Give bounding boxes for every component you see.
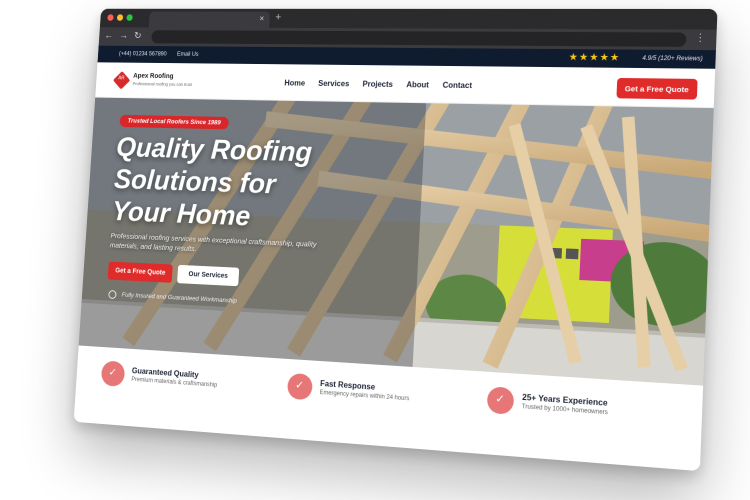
back-arrow-icon[interactable]: ← xyxy=(104,31,113,41)
feature-item: 25+ Years Experience Trusted by 1000+ ho… xyxy=(485,386,703,471)
hero-headline: Quality Roofing Solutions for Your Home xyxy=(111,132,413,240)
main-nav: Home Services Projects About Contact xyxy=(284,79,472,90)
feature-item: Fast Response Emergency repairs within 2… xyxy=(285,372,488,454)
check-badge-icon xyxy=(100,360,126,387)
browser-tab-bar: × + xyxy=(99,8,718,30)
close-window-dot[interactable] xyxy=(107,14,114,21)
hero-quote-button[interactable]: Get a Free Quote xyxy=(107,261,174,283)
headline-line-2: Solutions for xyxy=(113,164,277,201)
nav-home[interactable]: Home xyxy=(284,79,305,88)
hero-section: Trusted Local Roofers Since 1989 Quality… xyxy=(78,97,714,386)
feature-item: Guaranteed Quality Premium materials & c… xyxy=(98,360,288,438)
check-badge-icon xyxy=(486,386,515,415)
email-link[interactable]: Email Us xyxy=(177,52,199,58)
hero-badge: Trusted Local Roofers Since 1989 xyxy=(119,114,230,130)
nav-about[interactable]: About xyxy=(406,80,429,89)
nav-projects[interactable]: Projects xyxy=(362,80,393,89)
nav-services[interactable]: Services xyxy=(318,79,350,88)
reload-icon[interactable]: ↻ xyxy=(134,31,142,41)
browser-tab[interactable]: × xyxy=(148,11,271,28)
new-tab-icon[interactable]: + xyxy=(275,12,282,23)
browser-nav-buttons: ← → ↻ xyxy=(104,31,142,41)
page-background: × + ← → ↻ ⋮ (+44) 01234 567890 Email Us … xyxy=(0,0,750,500)
maximize-window-dot[interactable] xyxy=(126,14,133,21)
browser-mockup-wrapper: × + ← → ↻ ⋮ (+44) 01234 567890 Email Us … xyxy=(60,6,718,472)
header-quote-button[interactable]: Get a Free Quote xyxy=(615,77,698,100)
check-badge-icon xyxy=(286,372,313,401)
headline-line-1: Quality Roofing xyxy=(115,132,313,169)
logo-tagline: Professional roofing you can trust xyxy=(132,81,193,87)
logo-name[interactable]: Apex Roofing xyxy=(133,73,174,80)
browser-menu-icon[interactable]: ⋮ xyxy=(695,33,706,44)
shield-icon xyxy=(108,290,117,300)
window-controls xyxy=(107,14,133,21)
forward-arrow-icon[interactable]: → xyxy=(119,31,128,41)
rating-stars-icon: ★★★★★ xyxy=(568,52,621,64)
nav-contact[interactable]: Contact xyxy=(442,81,472,90)
logo-icon[interactable]: AR xyxy=(112,71,131,90)
rating-text: 4.9/5 (120+ Reviews) xyxy=(642,55,703,63)
address-bar[interactable] xyxy=(151,30,687,47)
minimize-window-dot[interactable] xyxy=(116,14,124,21)
logo-initials: AR xyxy=(118,75,125,82)
phone-number[interactable]: (+44) 01234 567890 xyxy=(119,51,167,57)
hero-services-button[interactable]: Our Services xyxy=(177,264,240,287)
browser-window: × + ← → ↻ ⋮ (+44) 01234 567890 Email Us … xyxy=(73,8,718,472)
tab-close-icon[interactable]: × xyxy=(259,14,264,24)
headline-line-3: Your Home xyxy=(111,196,252,233)
